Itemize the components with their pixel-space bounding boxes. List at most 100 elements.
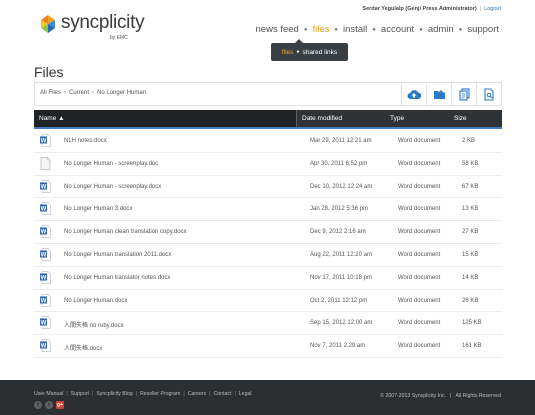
file-row[interactable]: W No Longer Human 3.docx Jan 28, 2012 5:… [34, 198, 502, 222]
file-size: 2 KB [462, 138, 476, 144]
nav-separator: ● [303, 26, 308, 33]
column-header-type[interactable]: Type [390, 115, 404, 122]
footer-link-legal[interactable]: Legal [239, 391, 252, 397]
main-nav: news feed ● files ● install ● account ● … [256, 24, 499, 35]
footer-link-blog[interactable]: Syncplicity Blog [96, 391, 132, 397]
breadcrumb-current[interactable]: Current [69, 90, 89, 96]
footer-link-user-manual[interactable]: User Manual [34, 391, 63, 397]
column-header-date[interactable]: Date modified [302, 115, 342, 122]
social-links: f t g+ [34, 401, 64, 409]
word-doc-icon: W [40, 270, 51, 284]
file-row[interactable]: W NLH notes.docx Mar 29, 2011 12:21 am W… [34, 130, 502, 153]
column-header-name[interactable]: Name ▲ [39, 115, 65, 122]
file-size: 14 KB [462, 274, 479, 281]
file-row[interactable]: W No Longer Human - screenplay.docx Dec … [34, 176, 502, 199]
footer-links: User Manual | Support | Syncplicity Blog | Res… [34, 391, 252, 397]
word-doc-icon: W [40, 339, 51, 353]
footer-copyright: © 2007-2013 Syncplicity Inc. | All Rights … [380, 393, 501, 399]
svg-text:W: W [41, 138, 47, 144]
footer-link-support[interactable]: Support [71, 391, 89, 397]
file-type: Word document [398, 320, 441, 327]
file-date: Mar 29, 2011 12:21 am [310, 138, 372, 144]
word-doc-icon: W [40, 202, 51, 216]
file-row[interactable]: W No Longer Human translator notes.docx … [34, 267, 502, 290]
logo-subtitle: by EMC [110, 35, 128, 41]
file-date: Aug 22, 2011 12:20 am [310, 251, 372, 258]
syncplicity-logo[interactable]: syncplicity by EMC [38, 12, 145, 42]
file-date: Jan 28, 2012 5:36 pm [310, 206, 369, 213]
file-name[interactable]: No Longer Human translator notes.docx [64, 275, 170, 281]
file-size: 27 KB [462, 229, 479, 236]
subnav-shared-links[interactable]: shared links [302, 49, 337, 56]
file-name[interactable]: No Longer Human.docx [64, 298, 127, 304]
word-doc-icon: W [40, 293, 51, 307]
files-subnav: files ● shared links [271, 39, 348, 61]
search-document-button[interactable] [476, 83, 501, 105]
file-row[interactable]: W No Longer Human translation 2011.docx … [34, 244, 502, 267]
file-name[interactable]: NLH notes.docx [64, 138, 107, 144]
file-row[interactable]: W No Longer Human clean translation copy… [34, 221, 502, 244]
column-divider [296, 110, 297, 127]
file-name[interactable]: No Longer Human - screenplay.doc [64, 161, 158, 167]
file-name[interactable]: 人間失格 no ruby.docx [64, 320, 124, 329]
page-title: Files [34, 64, 64, 80]
footer-link-contact[interactable]: Contact [214, 391, 232, 397]
nav-news-feed[interactable]: news feed [256, 24, 299, 35]
subnav-files[interactable]: files [282, 49, 294, 56]
file-type: Word document [398, 138, 441, 144]
syncplicity-logo-icon [41, 15, 55, 33]
file-date: Apr 30, 2011 6:52 pm [310, 160, 368, 167]
nav-separator: ● [458, 26, 463, 33]
user-bar: Serdar Yegulalp (Genji Press Administrat… [362, 6, 501, 12]
file-size: 15 KB [462, 251, 479, 258]
footer-link-reseller[interactable]: Reseller Program [140, 391, 180, 397]
breadcrumb: All Files › Current › No Longer Human [40, 90, 147, 96]
file-type: Word document [398, 160, 441, 167]
twitter-icon[interactable]: t [45, 401, 53, 409]
logout-link[interactable]: Logout [484, 6, 501, 12]
word-doc-icon: W [40, 134, 51, 147]
footer-link-careers[interactable]: Careers [188, 391, 206, 397]
column-header-size[interactable]: Size [454, 115, 467, 122]
file-date: Nov 7, 2011 2:29 am [310, 343, 366, 350]
svg-text:W: W [41, 184, 47, 190]
copy-button[interactable] [451, 83, 476, 105]
nav-files[interactable]: files [312, 24, 329, 35]
svg-text:W: W [41, 343, 47, 349]
upload-button[interactable] [401, 83, 426, 105]
file-type: Word document [398, 297, 441, 304]
file-size: 26 KB [462, 297, 479, 304]
file-date: Dec 10, 2012 12:24 am [310, 183, 373, 190]
file-name[interactable]: No Longer Human - screenplay.docx [64, 184, 161, 190]
file-size: 13 KB [462, 206, 479, 213]
nav-account[interactable]: account [381, 24, 414, 35]
facebook-icon[interactable]: f [34, 401, 42, 409]
file-name[interactable]: No Longer Human clean translation copy.d… [64, 229, 187, 235]
nav-separator: ● [372, 26, 376, 33]
breadcrumb-all-files[interactable]: All Files [40, 90, 61, 96]
page-footer: User Manual | Support | Syncplicity Blog | Res… [0, 380, 535, 415]
header-accent-line [34, 127, 502, 129]
file-type: Word document [398, 229, 441, 236]
new-folder-button[interactable] [426, 83, 451, 105]
file-row[interactable]: W No Longer Human.docx Oct 2, 2011 12:12… [34, 290, 502, 313]
file-list: W NLH notes.docx Mar 29, 2011 12:21 am W… [34, 130, 502, 358]
file-name[interactable]: No Longer Human translation 2011.docx [64, 252, 171, 258]
file-type: Word document [398, 343, 441, 350]
file-table-header: Name ▲ Date modified Type Size [34, 110, 502, 127]
nav-support[interactable]: support [467, 24, 499, 35]
user-name[interactable]: Serdar Yegulalp (Genji Press Administrat… [362, 6, 476, 12]
file-name[interactable]: No Longer Human 3.docx [64, 206, 132, 212]
word-doc-icon: W [40, 316, 51, 330]
file-row[interactable]: W 人間失格 no ruby.docx Sep 15, 2012 12:00 a… [34, 312, 502, 336]
svg-text:W: W [41, 252, 47, 258]
svg-text:W: W [41, 275, 47, 281]
file-row[interactable]: W 人間失格.docx Nov 7, 2011 2:29 am Word doc… [34, 335, 502, 358]
file-toolbar: All Files › Current › No Longer Human [34, 82, 502, 106]
svg-text:W: W [41, 207, 47, 213]
file-name[interactable]: 人間失格.docx [64, 343, 102, 352]
nav-install[interactable]: install [343, 24, 367, 35]
google-plus-icon[interactable]: g+ [56, 401, 64, 409]
nav-admin[interactable]: admin [428, 24, 454, 35]
file-row[interactable]: No Longer Human - screenplay.doc Apr 30,… [34, 153, 502, 176]
